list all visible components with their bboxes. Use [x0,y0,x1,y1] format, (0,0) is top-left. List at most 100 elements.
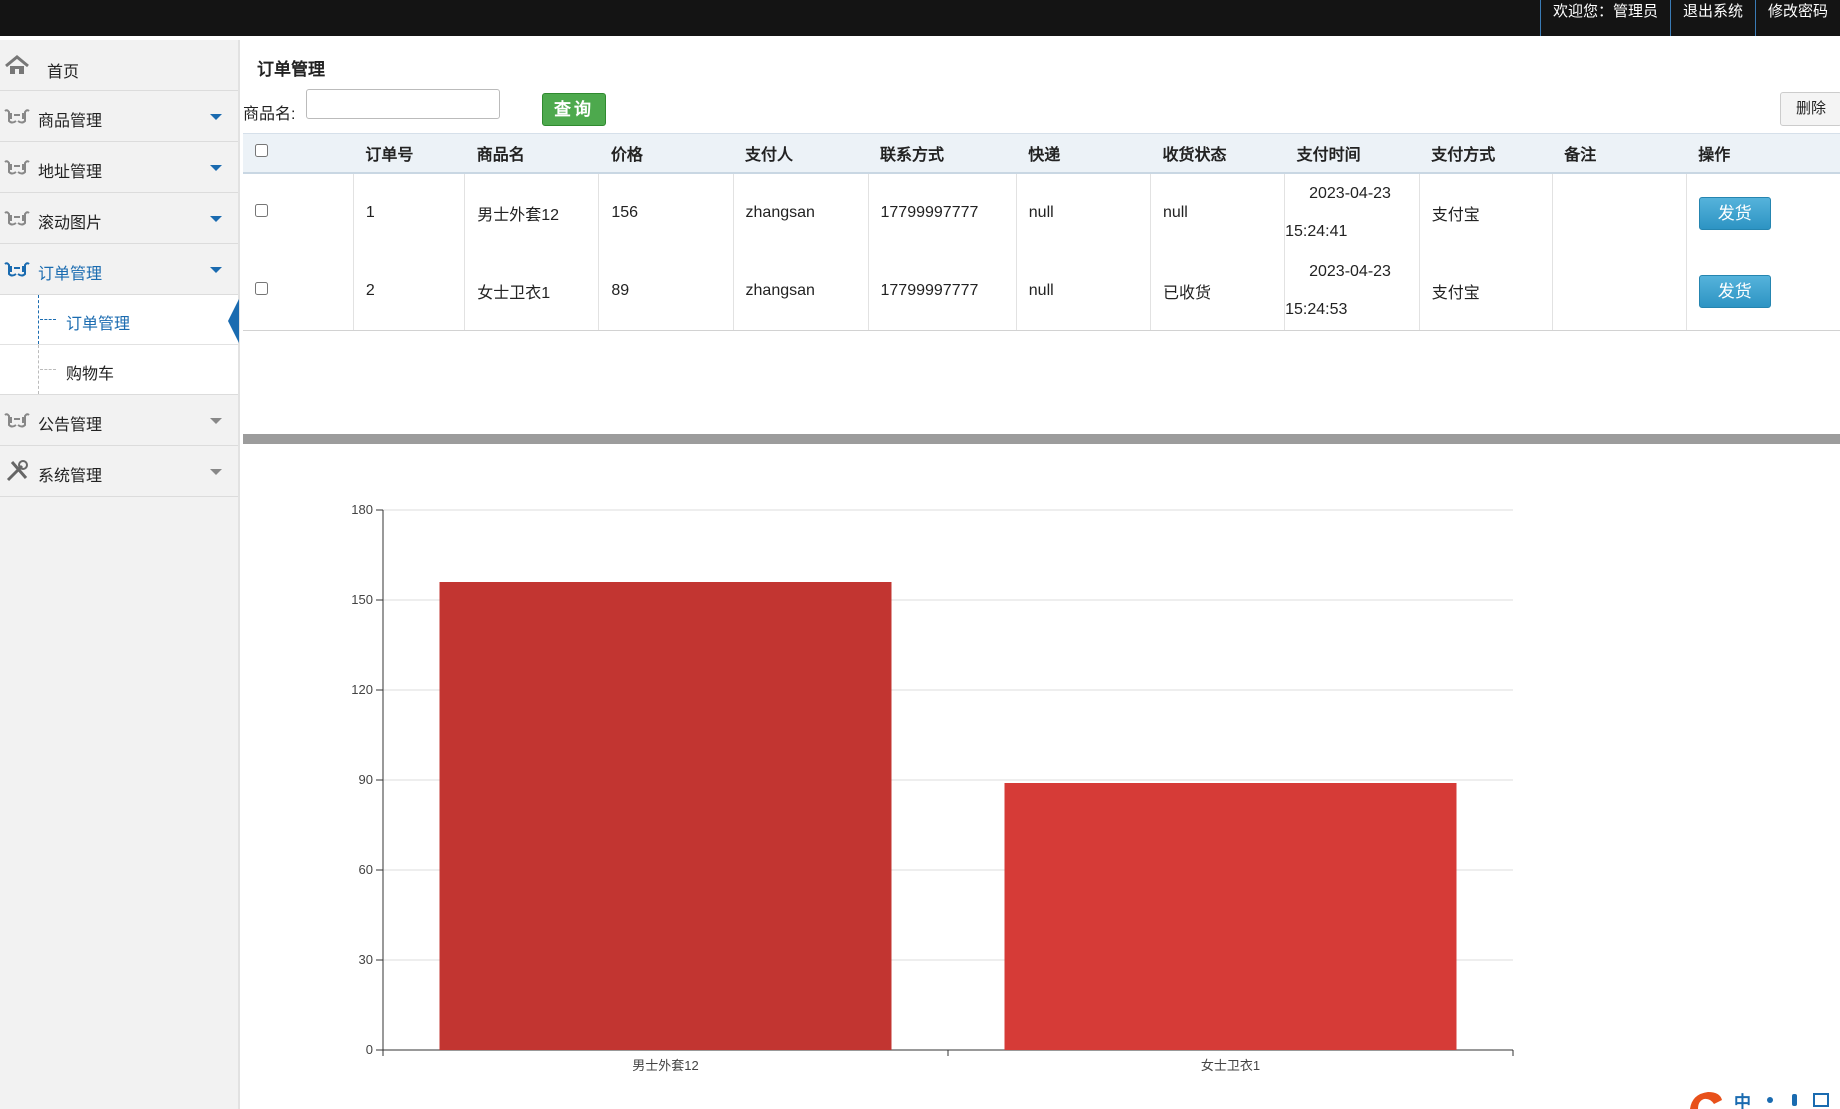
query-button[interactable]: 查询 [542,93,606,126]
order-id-cell: 1 [352,173,465,252]
y-tick-label: 30 [359,952,373,967]
sidebar-item-label: 滚动图片 [38,215,103,232]
sidebar-item-label: 订单管理 [38,266,103,283]
pay-method-cell: 支付宝 [1418,252,1553,331]
sidebar-item-label: 地址管理 [38,164,103,181]
table-row: 2 女士卫衣1 89 zhangsan 17799997777 null 已收货… [243,252,1840,331]
keyboard-icon [1813,1093,1829,1107]
sidebar-item-products[interactable]: 商品管理 [0,91,238,142]
y-tick-label: 180 [351,502,373,517]
hands-icon [4,160,30,175]
chevron-down-icon [210,418,222,424]
pay-time-cell: 2023-04-23 15:24:41 [1284,173,1420,252]
order-price-bar-chart: 0 30 60 90 120 150 180 男士外套12 女士卫衣1 [351,502,1514,1073]
chevron-down-icon [210,469,222,475]
contact-cell: 17799997777 [867,173,1017,252]
pay-clock: 15:24:53 [1285,301,1348,318]
product-cell: 男士外套12 [464,173,599,252]
order-id-cell: 2 [352,252,465,331]
search-input[interactable] [306,89,500,119]
search-label: 商品名: [243,106,296,123]
y-tick-label: 0 [366,1042,373,1057]
ship-button[interactable]: 发货 [1698,196,1771,230]
ime-language-label: 中 [1734,1092,1751,1109]
column-header: 支付人 [733,133,868,174]
microphone-icon [1792,1094,1797,1106]
pay-time-cell: 2023-04-23 15:24:53 [1284,252,1420,331]
table-header-row: 订单号 商品名 价格 支付人 联系方式 快递 收货状态 支付时间 支付方式 备注… [243,133,1840,174]
pay-clock: 15:24:41 [1285,223,1348,240]
bar [1004,783,1457,1050]
row-checkbox[interactable] [255,204,268,217]
column-header: 价格 [598,133,734,174]
sidebar-item-label: 公告管理 [38,417,103,434]
sidebar-item-system[interactable]: 系统管理 [0,446,238,497]
delete-button[interactable]: 删除 [1780,92,1840,126]
remark-cell [1551,173,1687,252]
column-header: 操作 [1686,133,1840,174]
hands-icon [4,211,30,226]
express-cell: null [1015,173,1151,252]
pay-date: 2023-04-23 [1309,263,1391,280]
submenu-item-label: 购物车 [66,366,115,383]
column-header: 联系方式 [868,133,1017,174]
logout-link[interactable]: 退出系统 [1669,0,1755,36]
ship-button[interactable]: 发货 [1698,274,1771,308]
sidebar-item-address[interactable]: 地址管理 [0,142,238,193]
submenu-item-cart[interactable]: 购物车 [0,344,238,394]
bar [439,582,892,1050]
x-tick-label: 女士卫衣1 [1201,1058,1260,1073]
pay-method-cell: 支付宝 [1418,173,1553,252]
orders-submenu: 订单管理 购物车 [0,295,239,395]
top-bar: 欢迎您：管理员 退出系统 修改密码 [0,0,1840,36]
sidebar-item-label: 商品管理 [38,113,103,130]
sidebar: 首页 商品管理 地址管理 滚动图片 订单管理 订单管理 购物车 公告管理 系统管… [0,40,240,1109]
ime-toolbar[interactable]: 中 [1690,1086,1840,1109]
payer-cell: zhangsan [732,252,868,331]
express-cell: null [1015,252,1151,331]
chevron-down-icon [210,114,222,120]
payer-cell: zhangsan [732,173,868,252]
row-checkbox[interactable] [255,282,268,295]
ime-logo-icon [1690,1092,1722,1109]
select-all-checkbox[interactable] [255,144,268,157]
home-icon [5,55,29,74]
sidebar-item-announcements[interactable]: 公告管理 [0,395,238,446]
sidebar-item-orders[interactable]: 订单管理 [0,244,238,295]
submenu-item-order-management[interactable]: 订单管理 [0,295,239,344]
y-tick-label: 60 [359,862,373,877]
column-header: 订单号 [353,133,465,174]
change-password-link[interactable]: 修改密码 [1754,0,1840,36]
column-header: 支付方式 [1419,133,1553,174]
price-cell: 89 [598,252,734,331]
contact-cell: 17799997777 [867,252,1017,331]
top-links: 欢迎您：管理员 退出系统 修改密码 [1539,0,1840,36]
hands-icon [4,262,30,277]
y-tick-label: 90 [359,772,373,787]
active-pointer-icon [228,299,239,343]
page-title: 订单管理 [257,60,325,79]
x-tick-label: 男士外套12 [632,1058,698,1073]
sidebar-item-home[interactable]: 首页 [0,40,238,91]
column-header: 商品名 [464,133,599,174]
price-cell: 156 [598,173,734,252]
pay-date: 2023-04-23 [1309,185,1391,202]
status-cell: null [1149,173,1285,252]
sidebar-item-label: 首页 [47,64,80,81]
hands-icon [4,109,30,124]
chevron-down-icon [210,267,222,273]
column-header: 快递 [1016,133,1151,174]
tools-icon [6,460,28,482]
column-header: 收货状态 [1150,133,1285,174]
chevron-down-icon [210,165,222,171]
y-tick-label: 120 [351,682,373,697]
ime-punctuation-icon [1767,1097,1773,1103]
remark-cell [1551,252,1687,331]
orders-table: 订单号 商品名 价格 支付人 联系方式 快递 收货状态 支付时间 支付方式 备注… [243,133,1840,331]
chevron-down-icon [210,216,222,222]
sidebar-item-banner[interactable]: 滚动图片 [0,193,238,244]
status-cell: 已收货 [1149,252,1285,331]
y-tick-label: 150 [351,592,373,607]
column-header: 支付时间 [1284,133,1420,174]
product-cell: 女士卫衣1 [464,252,599,331]
